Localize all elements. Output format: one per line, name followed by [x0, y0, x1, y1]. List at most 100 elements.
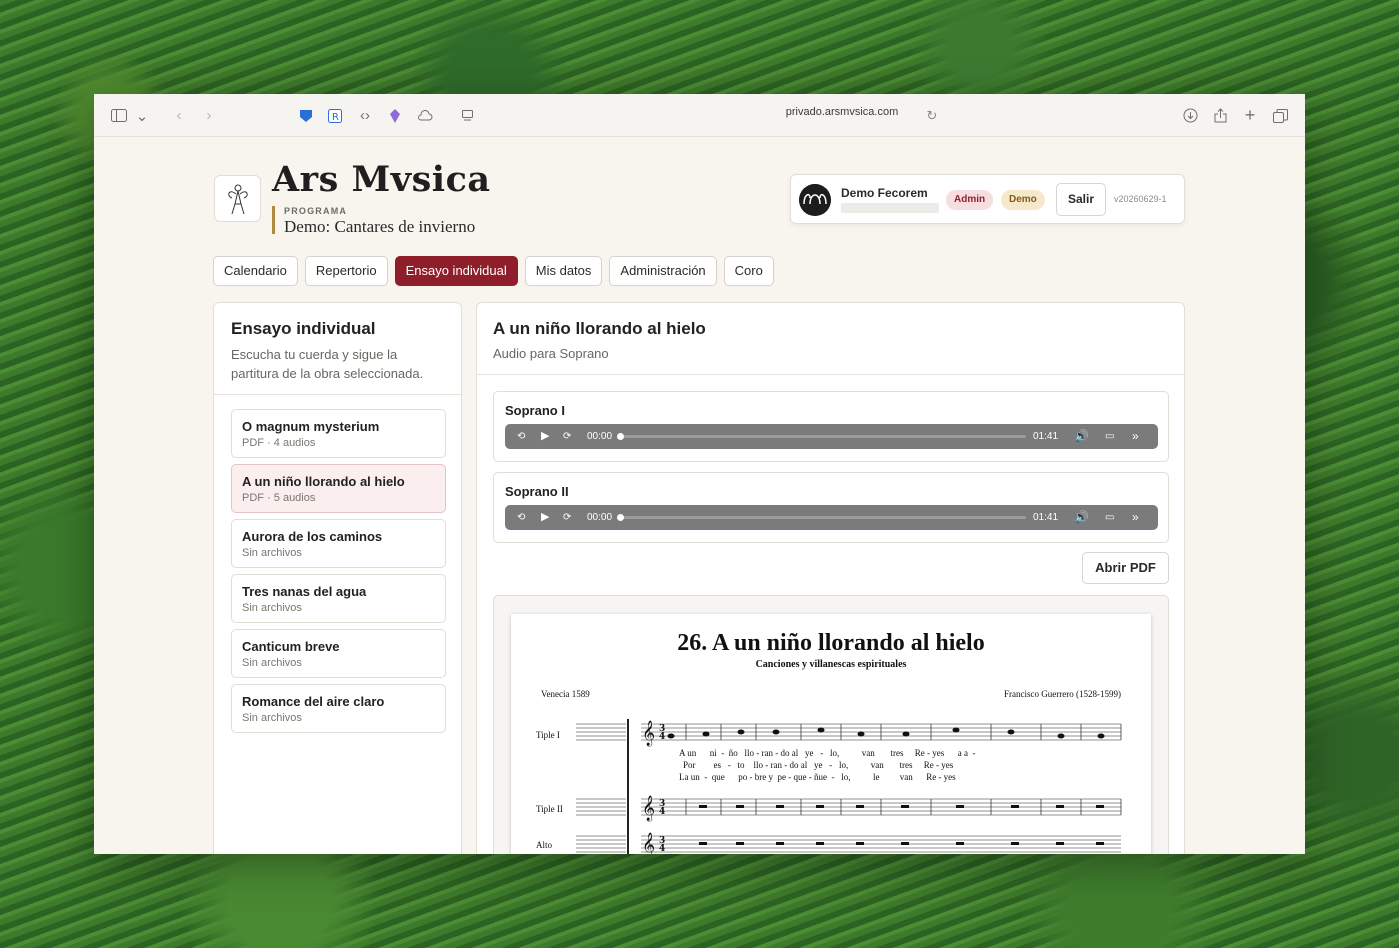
lyric-line: A un ni - ño llo - ran - do al ye - lo, …	[679, 748, 976, 758]
svg-text:4: 4	[659, 807, 665, 817]
work-meta: PDF · 4 audios	[242, 437, 316, 449]
works-list: O magnum mysterium PDF · 4 audios A un n…	[231, 409, 446, 739]
app-logo	[214, 175, 261, 222]
chevron-down-icon[interactable]: ⌄	[134, 94, 150, 137]
progress-knob[interactable]	[617, 433, 624, 440]
volume-icon[interactable]: 🔊	[1074, 505, 1089, 530]
app-page: Ars Mvsica PROGRAMA Demo: Cantares de in…	[94, 137, 1305, 854]
user-email-placeholder	[841, 203, 939, 213]
svg-text:𝄞: 𝄞	[642, 832, 655, 854]
work-heading: A un niño llorando al hielo	[493, 319, 706, 338]
program-block: PROGRAMA Demo: Cantares de invierno	[272, 206, 476, 236]
forward-icon[interactable]: ›	[200, 94, 218, 137]
works-panel-header: Ensayo individual Escucha tu cuerda y si…	[214, 303, 461, 395]
list-item[interactable]: Canticum breve Sin archivos	[231, 629, 446, 678]
duration: 01:41	[1033, 431, 1059, 442]
airplay-icon[interactable]: ▭	[1105, 505, 1114, 530]
audio-label: Soprano II	[505, 484, 569, 499]
works-panel: Ensayo individual Escucha tu cuerda y si…	[213, 302, 462, 854]
shield-extension-icon[interactable]	[296, 94, 316, 137]
volume-icon[interactable]: 🔊	[1074, 424, 1089, 449]
crystal-extension-icon[interactable]	[385, 94, 405, 137]
download-icon[interactable]	[1180, 94, 1200, 137]
play-icon[interactable]: ▶	[541, 424, 549, 449]
progress-track[interactable]	[621, 516, 1026, 519]
work-meta: PDF · 5 audios	[242, 492, 316, 504]
tab-calendario[interactable]: Calendario	[213, 256, 298, 286]
current-time: 00:00	[587, 512, 613, 523]
rehearsal-header: A un niño llorando al hielo Audio para S…	[477, 303, 1184, 375]
lyric-line: La un - que po - bre y pe - que - ñue - …	[679, 772, 956, 782]
share-icon[interactable]	[1210, 94, 1230, 137]
forward-15-icon[interactable]: ⟳	[563, 505, 571, 530]
list-item[interactable]: Aurora de los caminos Sin archivos	[231, 519, 446, 568]
open-pdf-button[interactable]: Abrir PDF	[1082, 552, 1169, 584]
tab-repertorio[interactable]: Repertorio	[304, 256, 388, 286]
work-meta: Sin archivos	[242, 712, 302, 724]
tab-administracion[interactable]: Administración	[609, 256, 717, 286]
audio-card-soprano-ii: Soprano II ⟲ ▶ ⟳ 00:00 01:41 🔊 ▭ »	[493, 472, 1169, 543]
code-icon[interactable]: ‹›	[354, 94, 376, 137]
tab-ensayo-individual[interactable]: Ensayo individual	[394, 256, 518, 286]
admin-badge: Admin	[946, 190, 994, 210]
list-item[interactable]: O magnum mysterium PDF · 4 audios	[231, 409, 446, 458]
audio-player: ⟲ ▶ ⟳ 00:00 01:41 🔊 ▭ »	[505, 424, 1158, 449]
back-icon[interactable]: ‹	[170, 94, 188, 137]
work-title: A un niño llorando al hielo	[242, 474, 405, 489]
reload-icon[interactable]: ↻	[924, 94, 940, 137]
audio-player: ⟲ ▶ ⟳ 00:00 01:41 🔊 ▭ »	[505, 505, 1158, 530]
current-time: 00:00	[587, 431, 613, 442]
audio-card-soprano-i: Soprano I ⟲ ▶ ⟳ 00:00 01:41 🔊 ▭ »	[493, 391, 1169, 462]
svg-text:4: 4	[659, 844, 665, 854]
program-name: Demo: Cantares de invierno	[284, 217, 476, 236]
cloud-icon[interactable]	[414, 94, 436, 137]
logout-button[interactable]: Salir	[1056, 183, 1106, 216]
browser-window: ⌄ ‹ › R ‹› privado.arsmvsica.com ↻ + Ars…	[94, 94, 1305, 854]
rewind-15-icon[interactable]: ⟲	[517, 505, 525, 530]
audio-label: Soprano I	[505, 403, 565, 418]
tab-coro[interactable]: Coro	[723, 256, 774, 286]
works-panel-description: Escucha tu cuerda y sigue la partitura d…	[231, 347, 424, 381]
more-options-icon[interactable]: »	[1132, 424, 1139, 449]
works-panel-title: Ensayo individual	[231, 319, 376, 338]
new-tab-icon[interactable]: +	[1240, 94, 1260, 137]
demo-badge: Demo	[1001, 190, 1045, 210]
sidebar-toggle-icon[interactable]	[108, 94, 130, 137]
svg-text:𝄞: 𝄞	[642, 795, 655, 821]
work-title: Tres nanas del agua	[242, 584, 367, 599]
version-label: v20260629-1	[1114, 194, 1167, 204]
lyric-line: Por es - to llo - ran - do al ye - lo, v…	[683, 760, 954, 770]
score-staves: 𝄞 𝄞 𝄞 3 4 3 4 3 4	[576, 719, 1122, 854]
avatar	[799, 184, 831, 216]
svg-text:𝄞: 𝄞	[642, 720, 655, 746]
tab-mis-datos[interactable]: Mis datos	[524, 256, 603, 286]
list-item[interactable]: Tres nanas del agua Sin archivos	[231, 574, 446, 623]
work-title: Aurora de los caminos	[242, 529, 383, 544]
work-title: Romance del aire claro	[242, 694, 385, 709]
forward-15-icon[interactable]: ⟳	[563, 424, 571, 449]
duration: 01:41	[1033, 512, 1059, 523]
main-tabs: Calendario Repertorio Ensayo individual …	[213, 256, 774, 286]
work-meta: Sin archivos	[242, 547, 302, 559]
rewind-15-icon[interactable]: ⟲	[517, 424, 525, 449]
list-item[interactable]: Romance del aire claro Sin archivos	[231, 684, 446, 733]
progress-knob[interactable]	[617, 514, 624, 521]
work-audio-subtitle: Audio para Soprano	[493, 346, 609, 361]
airplay-icon[interactable]: ▭	[1105, 424, 1114, 449]
work-title: O magnum mysterium	[242, 419, 380, 434]
pdf-viewer[interactable]: 26. A un niño llorando al hielo Cancione…	[493, 595, 1169, 854]
progress-track[interactable]	[621, 435, 1026, 438]
browser-toolbar: ⌄ ‹ › R ‹› privado.arsmvsica.com ↻ +	[94, 94, 1305, 137]
address-bar[interactable]: privado.arsmvsica.com	[642, 106, 1042, 118]
list-item[interactable]: A un niño llorando al hielo PDF · 5 audi…	[231, 464, 446, 513]
work-meta: Sin archivos	[242, 657, 302, 669]
r-extension-icon[interactable]: R	[325, 94, 345, 137]
tab-overview-icon[interactable]	[1270, 94, 1290, 137]
program-kicker: PROGRAMA	[284, 206, 348, 216]
more-options-icon[interactable]: »	[1132, 505, 1139, 530]
reader-icon[interactable]	[458, 94, 476, 137]
work-meta: Sin archivos	[242, 602, 302, 614]
svg-text:R: R	[332, 112, 339, 123]
play-icon[interactable]: ▶	[541, 505, 549, 530]
rehearsal-panel: A un niño llorando al hielo Audio para S…	[476, 302, 1185, 854]
